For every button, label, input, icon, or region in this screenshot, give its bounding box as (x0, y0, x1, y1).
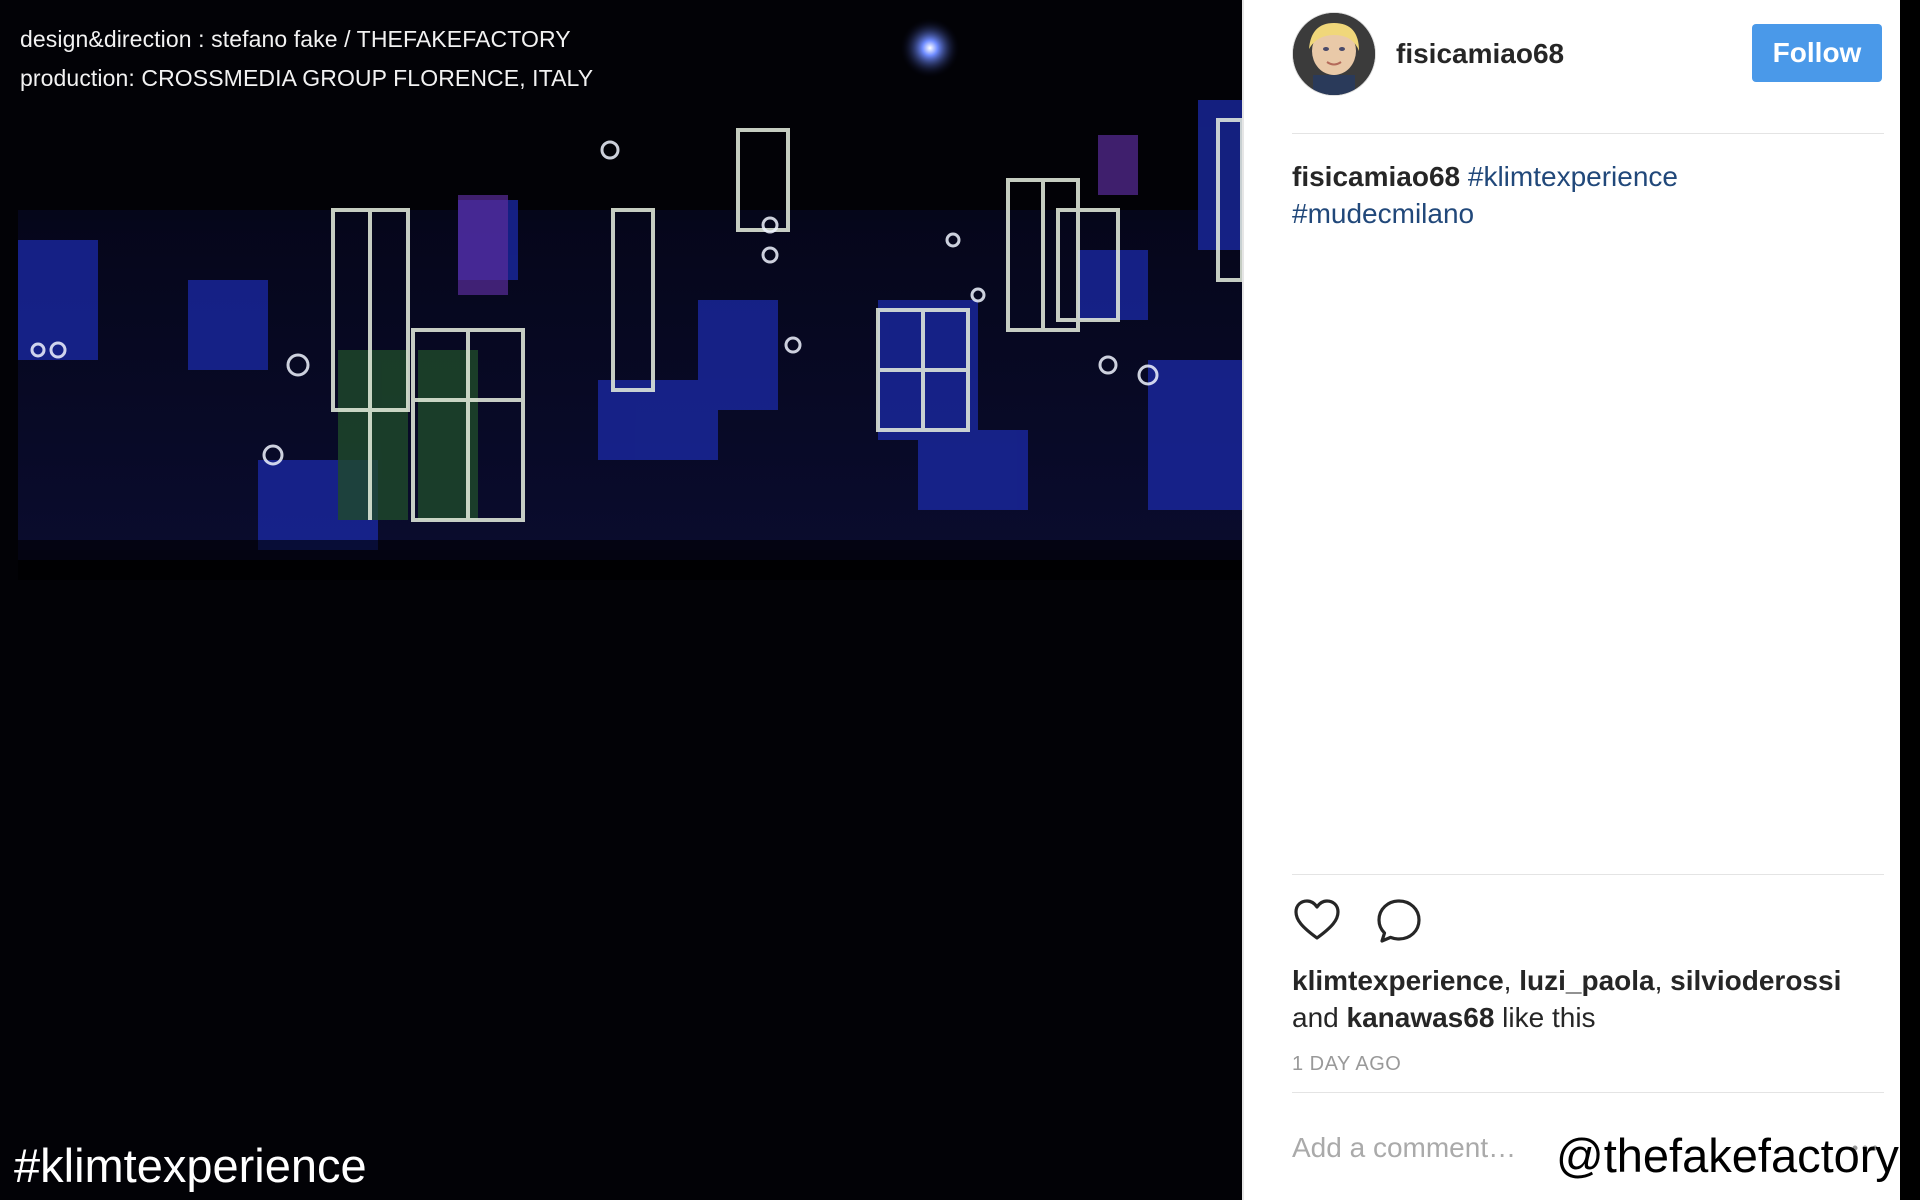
heart-icon[interactable] (1292, 896, 1342, 946)
liker-4[interactable]: kanawas68 (1347, 1002, 1495, 1033)
screen: design&direction : stefano fake / THEFAK… (0, 0, 1920, 1200)
caption-username[interactable]: fisicamiao68 (1292, 161, 1460, 192)
post-author-username[interactable]: fisicamiao68 (1396, 38, 1564, 70)
likes-suffix: like this (1502, 1002, 1596, 1033)
post-actions (1292, 896, 1492, 946)
credits-production: production: CROSSMEDIA GROUP FLORENCE, I… (20, 65, 594, 91)
right-edge-border (1900, 0, 1920, 1200)
header-divider (1292, 133, 1884, 134)
liker-1[interactable]: klimtexperience (1292, 965, 1504, 996)
post-caption: fisicamiao68 #klimtexperience #mudecmila… (1292, 158, 1884, 232)
follow-button[interactable]: Follow (1752, 24, 1882, 82)
avatar-image (1293, 13, 1375, 95)
caption-hashtag-mudecmilano[interactable]: #mudecmilano (1292, 198, 1474, 229)
post-header: fisicamiao68 Follow (1292, 12, 1882, 96)
credits-overlay: design&direction : stefano fake / THEFAK… (20, 20, 593, 98)
likes-summary: klimtexperience, luzi_paola, silvioderos… (1292, 965, 1842, 1033)
caption-hashtag-klimtexperience[interactable]: #klimtexperience (1468, 161, 1678, 192)
liker-3[interactable]: silvioderossi (1670, 965, 1841, 996)
watermark-handle: @thefakefactory (1556, 1129, 1899, 1182)
avatar[interactable] (1292, 12, 1376, 96)
post-details-panel: fisicamiao68 Follow fisicamiao68 #klimte… (1242, 0, 1902, 1200)
projection-artwork-image (18, 100, 1242, 580)
hashtag-overlay: #klimtexperience (14, 1139, 367, 1192)
post-media[interactable]: design&direction : stefano fake / THEFAK… (0, 0, 1242, 1200)
post-timestamp[interactable]: 1 DAY AGO (1292, 1053, 1401, 1076)
credits-direction: design&direction : stefano fake / THEFAK… (20, 26, 571, 52)
likes-and-text: and (1292, 1002, 1339, 1033)
comment-divider (1292, 1092, 1884, 1093)
actions-divider (1292, 874, 1884, 875)
speech-bubble-icon[interactable] (1374, 896, 1424, 946)
liker-2[interactable]: luzi_paola (1519, 965, 1654, 996)
spotlight-image (900, 18, 960, 78)
